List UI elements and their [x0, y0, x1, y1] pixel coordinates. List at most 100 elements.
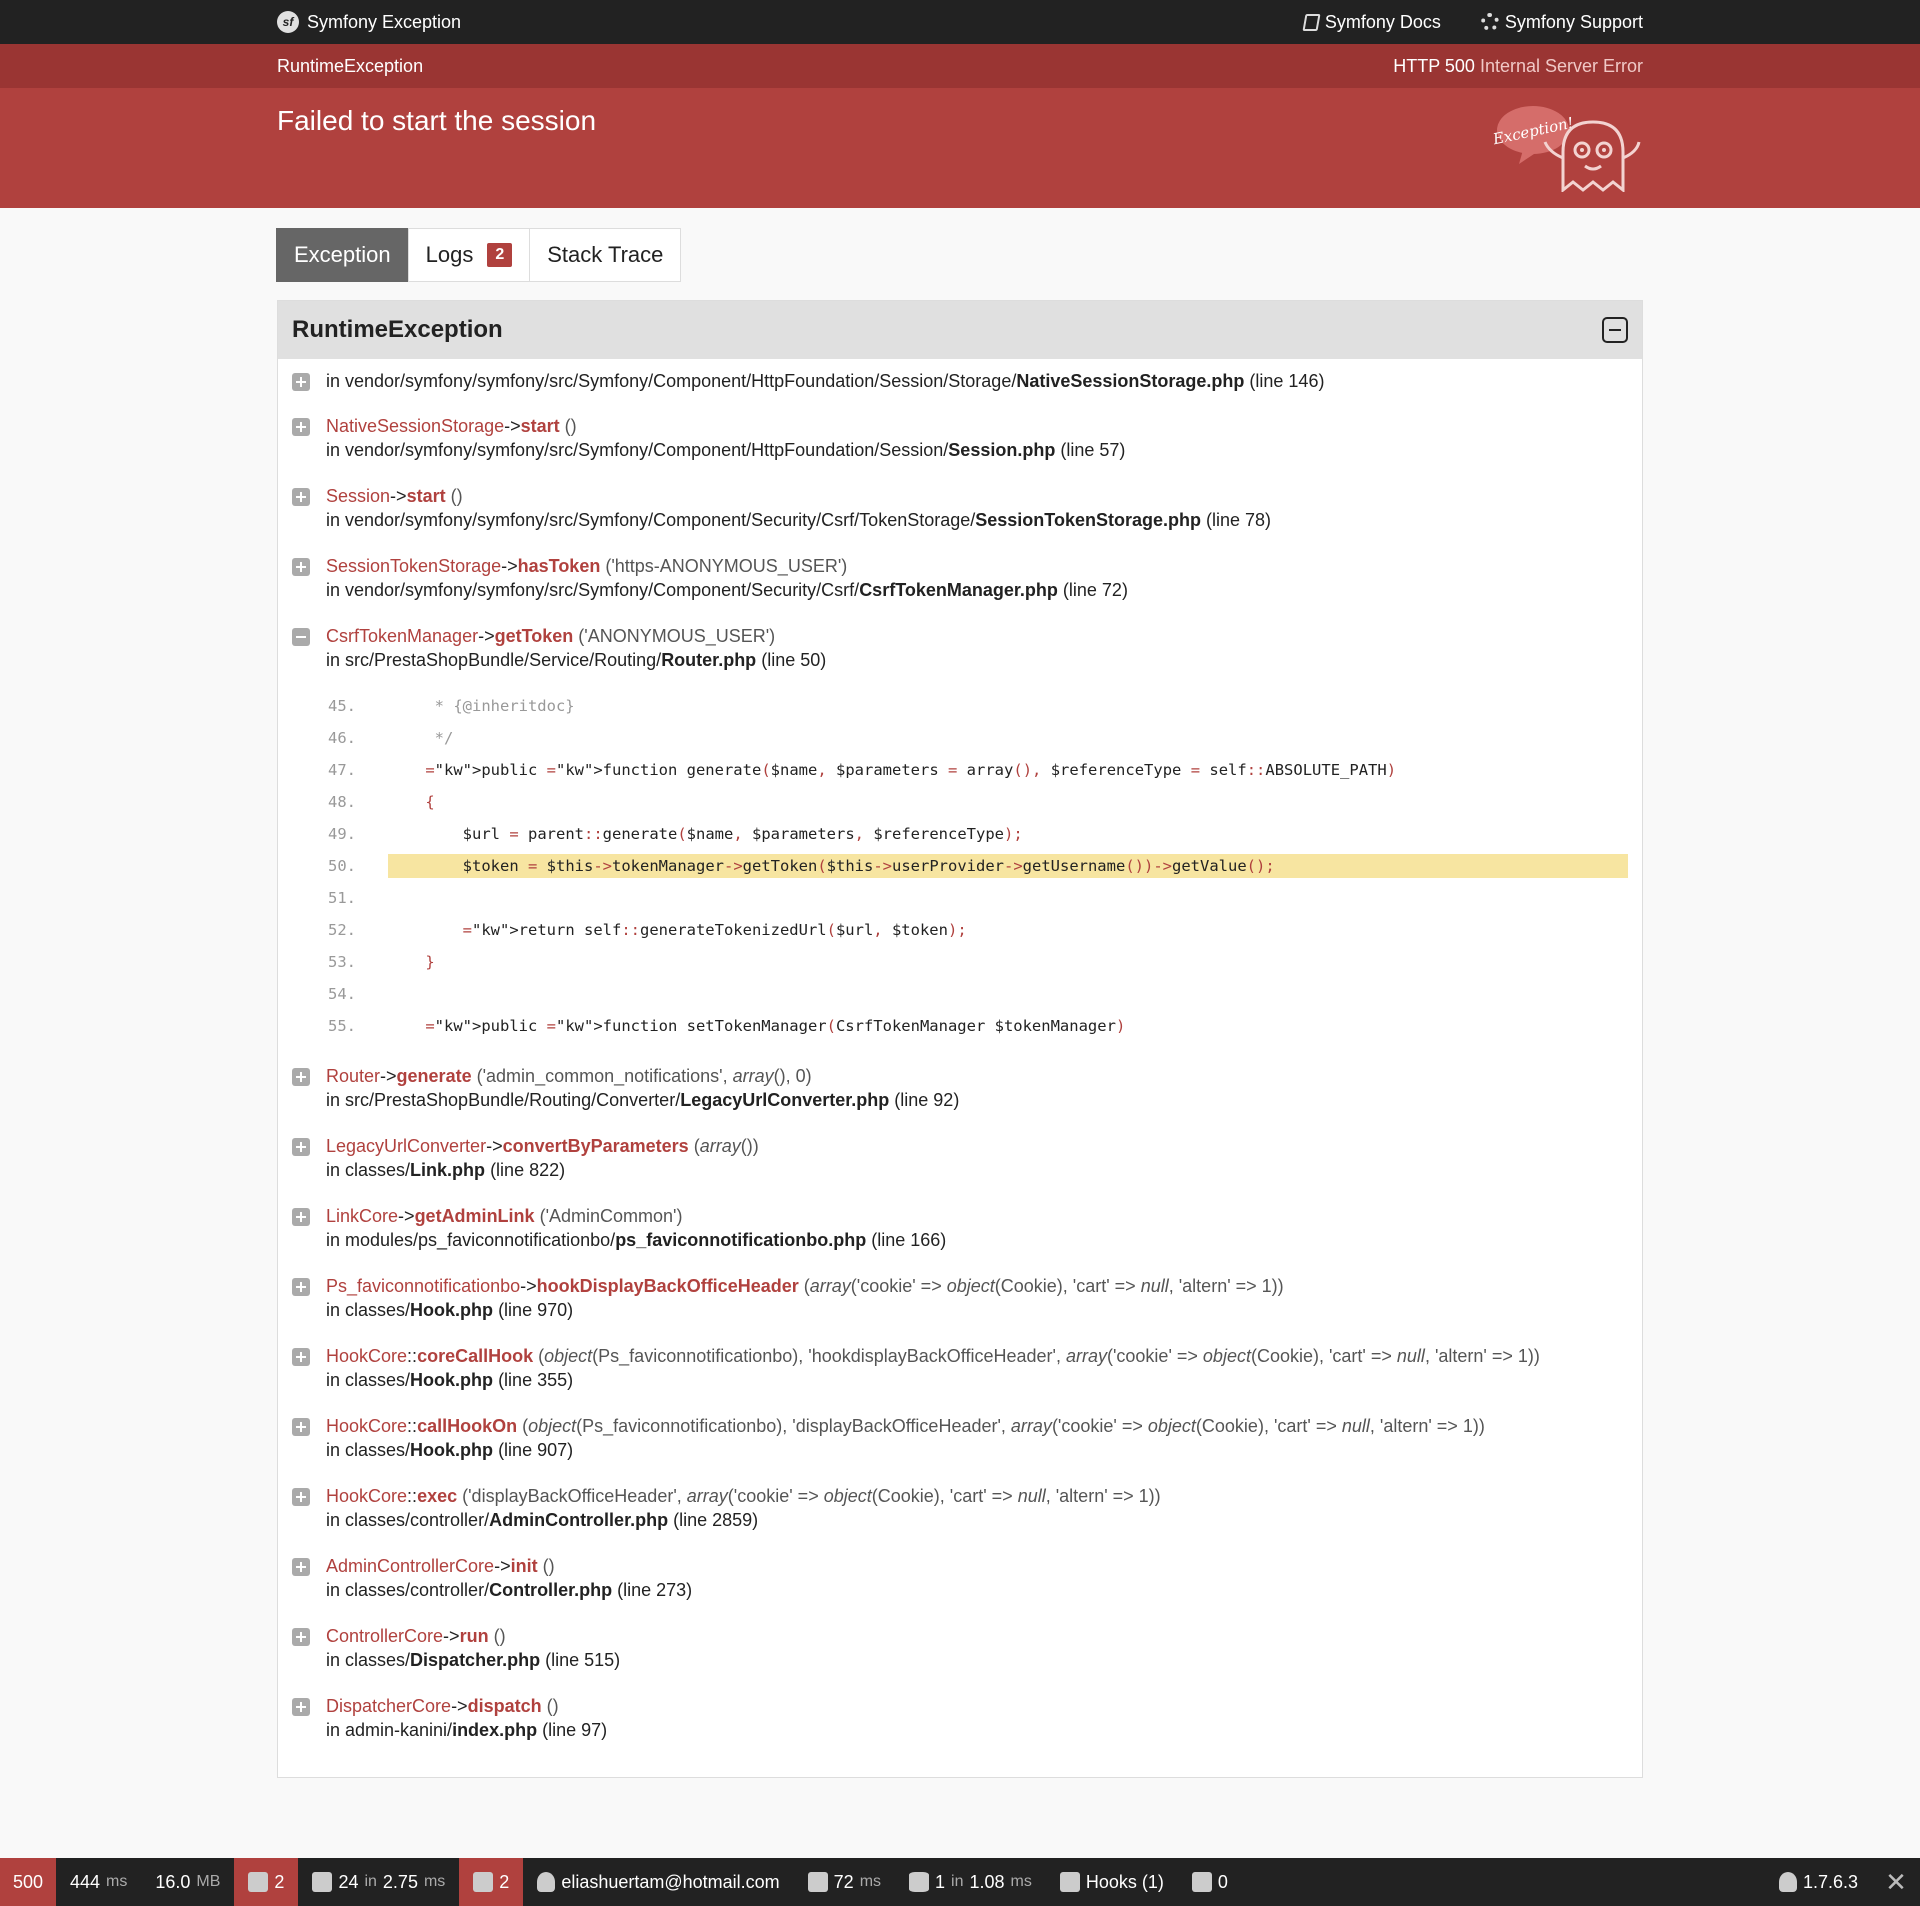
trace-frame: in vendor/symfony/symfony/src/Symfony/Co… — [292, 369, 1628, 393]
trace-frame: HookCore::coreCallHook (object(Ps_favico… — [292, 1344, 1628, 1392]
toolbar-database[interactable]: 1 in 1.08 ms — [895, 1858, 1046, 1906]
frame-function[interactable]: init — [511, 1556, 538, 1576]
frame-file: in vendor/symfony/symfony/src/Symfony/Co… — [326, 440, 1126, 460]
toolbar-cache[interactable]: 24 in 2.75 ms — [298, 1858, 459, 1906]
expand-icon[interactable] — [292, 1698, 310, 1716]
frame-class[interactable]: LinkCore — [326, 1206, 398, 1226]
toolbar-memory[interactable]: 16.0 MB — [141, 1858, 234, 1906]
frame-function[interactable]: exec — [417, 1486, 457, 1506]
expand-icon[interactable] — [292, 1208, 310, 1226]
frame-class[interactable]: HookCore — [326, 1346, 407, 1366]
toolbar-status-code[interactable]: 500 — [0, 1858, 56, 1906]
frame-file: in src/PrestaShopBundle/Routing/Converte… — [326, 1090, 960, 1110]
trace-header[interactable]: RuntimeException — [278, 301, 1642, 359]
toolbar-user[interactable]: eliashuertam@hotmail.com — [523, 1858, 793, 1906]
frame-class[interactable]: AdminControllerCore — [326, 1556, 494, 1576]
expand-icon[interactable] — [292, 488, 310, 506]
frame-class[interactable]: HookCore — [326, 1486, 407, 1506]
toolbar-twig[interactable]: 72 ms — [794, 1858, 895, 1906]
line-number: 55. — [328, 1017, 356, 1035]
expand-icon[interactable] — [292, 558, 310, 576]
line-source: ="kw">public ="kw">function setTokenMana… — [425, 1017, 1126, 1035]
frame-class[interactable]: DispatcherCore — [326, 1696, 451, 1716]
frame-class[interactable]: LegacyUrlConverter — [326, 1136, 486, 1156]
frame-function[interactable]: coreCallHook — [417, 1346, 533, 1366]
expand-icon[interactable] — [292, 1628, 310, 1646]
frame-class[interactable]: ControllerCore — [326, 1626, 443, 1646]
frame-call: Router->generate ('admin_common_notifica… — [326, 1064, 1628, 1088]
code-line: 45. * {@inheritdoc} — [324, 690, 1628, 722]
frame-function[interactable]: callHookOn — [417, 1416, 517, 1436]
toolbar-logs[interactable]: 2 — [234, 1858, 299, 1906]
code-line: 46. */ — [324, 722, 1628, 754]
frame-args: ('https-ANONYMOUS_USER') — [605, 556, 848, 576]
frame-class[interactable]: Router — [326, 1066, 380, 1086]
frame-operator: -> — [451, 1696, 468, 1716]
expand-icon[interactable] — [292, 1418, 310, 1436]
trace-frame: DispatcherCore->dispatch () in admin-kani… — [292, 1694, 1628, 1742]
frame-function[interactable]: hasToken — [518, 556, 601, 576]
expand-icon[interactable] — [292, 1488, 310, 1506]
expand-icon[interactable] — [292, 1138, 310, 1156]
frame-function[interactable]: start — [407, 486, 446, 506]
frame-function[interactable]: hookDisplayBackOfficeHeader — [537, 1276, 799, 1296]
frame-function[interactable]: getAdminLink — [415, 1206, 535, 1226]
expand-icon[interactable] — [292, 1278, 310, 1296]
line-number: 46. — [328, 729, 356, 747]
toolbar-modules[interactable]: 0 — [1178, 1858, 1242, 1906]
tab-exception[interactable]: Exception — [276, 228, 409, 282]
trace-frame: Router->generate ('admin_common_notifica… — [292, 1064, 1628, 1112]
tab-stack-trace-label: Stack Trace — [547, 242, 664, 267]
code-excerpt: 45. * {@inheritdoc} 46. */47. ="kw">publi… — [324, 690, 1628, 1042]
frame-file: in classes/Link.php (line 822) — [326, 1160, 566, 1180]
ghost-illustration-icon: Exception! — [1493, 106, 1641, 192]
tab-stack-trace[interactable]: Stack Trace — [529, 228, 682, 282]
code-line: 52. ="kw">return self::generateTokenized… — [324, 914, 1628, 946]
expand-icon[interactable] — [292, 1558, 310, 1576]
toolbar-time[interactable]: 444 ms — [56, 1858, 141, 1906]
frame-args: (array()) — [693, 1136, 759, 1156]
frame-class[interactable]: HookCore — [326, 1416, 407, 1436]
frame-function[interactable]: generate — [397, 1066, 472, 1086]
trace-panel: RuntimeException in vendor/symfony/symfo… — [277, 300, 1643, 1778]
code-line: 54. — [324, 978, 1628, 1010]
line-number: 51. — [328, 889, 356, 907]
tab-logs[interactable]: Logs 2 — [407, 228, 531, 282]
frame-function[interactable]: start — [521, 416, 560, 436]
frame-args: ('displayBackOfficeHeader', array('cooki… — [462, 1486, 1161, 1506]
exception-summary: RuntimeException HTTP 500 Internal Serve… — [0, 44, 1920, 208]
toolbar-close-icon[interactable]: ✕ — [1872, 1858, 1920, 1906]
frame-call: ControllerCore->run () — [326, 1624, 1628, 1648]
frame-file: in vendor/symfony/symfony/src/Symfony/Co… — [326, 371, 1325, 391]
frame-function[interactable]: dispatch — [468, 1696, 542, 1716]
frame-class[interactable]: Ps_faviconnotificationbo — [326, 1276, 520, 1296]
toolbar-version[interactable]: 1.7.6.3 — [1765, 1858, 1872, 1906]
symfony-support-link[interactable]: Symfony Support — [1480, 12, 1643, 33]
code-line: 49. $url = parent::generate($name, $para… — [324, 818, 1628, 850]
brand[interactable]: sf Symfony Exception — [277, 11, 461, 33]
collapse-trace-icon[interactable] — [1602, 317, 1628, 343]
frame-file: in modules/ps_faviconnotificationbo/ps_f… — [326, 1230, 947, 1250]
layers-icon — [312, 1872, 333, 1892]
expand-icon[interactable] — [292, 1068, 310, 1086]
expand-icon[interactable] — [292, 418, 310, 436]
toolbar-translation[interactable]: 2 — [459, 1858, 524, 1906]
debug-toolbar: 500 444 ms 16.0 MB 2 24 in 2.75 ms 2 eliashue… — [0, 1858, 1920, 1906]
toolbar-hooks[interactable]: Hooks (1) — [1046, 1858, 1178, 1906]
line-number: 53. — [328, 953, 356, 971]
frame-operator: -> — [501, 556, 518, 576]
frame-operator: -> — [398, 1206, 415, 1226]
frame-class[interactable]: NativeSessionStorage — [326, 416, 504, 436]
frame-function[interactable]: run — [460, 1626, 489, 1646]
collapse-icon[interactable] — [292, 628, 310, 646]
frame-operator: -> — [520, 1276, 537, 1296]
line-source — [388, 886, 1628, 910]
expand-icon[interactable] — [292, 373, 310, 391]
symfony-docs-link[interactable]: Symfony Docs — [1302, 12, 1441, 33]
frame-class[interactable]: SessionTokenStorage — [326, 556, 501, 576]
frame-class[interactable]: Session — [326, 486, 390, 506]
line-source — [388, 982, 1628, 1006]
expand-icon[interactable] — [292, 1348, 310, 1366]
frame-function[interactable]: convertByParameters — [503, 1136, 689, 1156]
frame-operator: :: — [407, 1416, 418, 1436]
